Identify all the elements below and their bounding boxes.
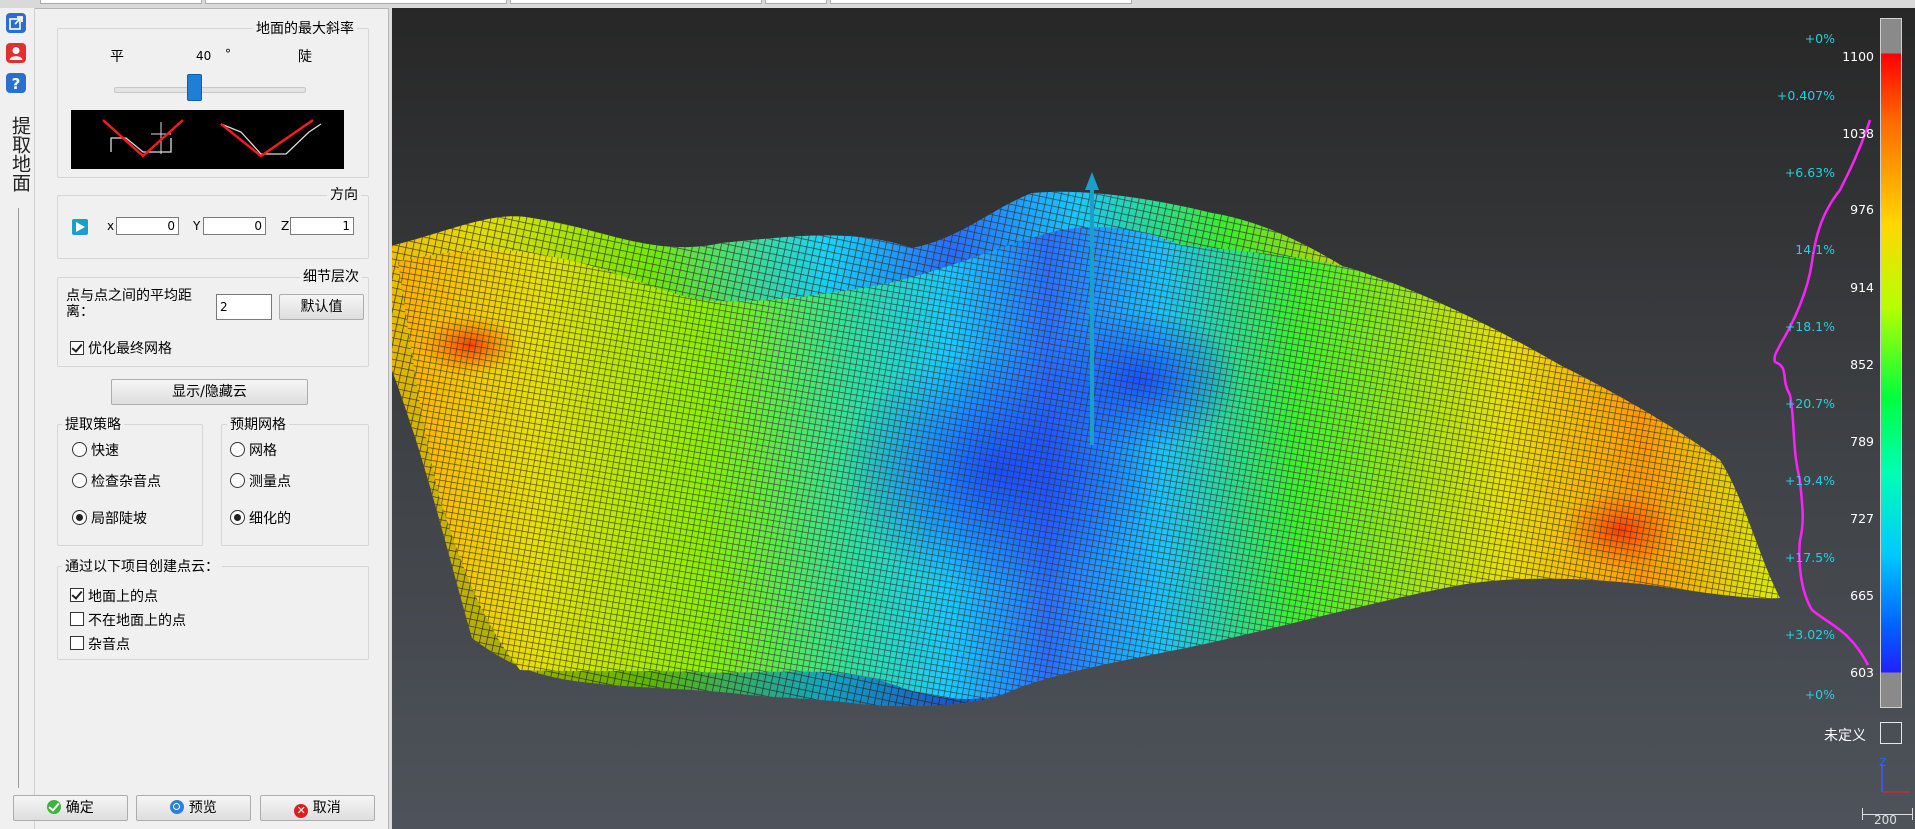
x-field[interactable]: [116, 217, 179, 235]
preview-label: 预览: [188, 800, 217, 816]
scale-tick: 1038: [1842, 126, 1874, 141]
steep-label: 陡: [298, 49, 312, 65]
cancel-label: 取消: [312, 800, 341, 816]
user-icon: [6, 43, 26, 63]
scale-tick: 789: [1850, 434, 1874, 449]
play-arrow-icon: [76, 222, 85, 232]
mesh-grid-radio[interactable]: [230, 442, 245, 457]
close-icon: ✕: [294, 804, 309, 818]
distance-field[interactable]: [216, 294, 272, 320]
optimize-checkbox[interactable]: [70, 341, 84, 355]
slope-illustration: [71, 110, 344, 169]
terrain-surface: [398, 119, 1872, 700]
vertical-title: 提取地面: [9, 116, 31, 192]
cancel-button[interactable]: ✕ 取消: [260, 795, 375, 821]
detail-legend: 细节层次: [300, 266, 362, 286]
y-field[interactable]: [203, 217, 266, 235]
slope-unit: °: [225, 47, 231, 61]
scale-percent: 14.1%: [1795, 242, 1835, 257]
optimize-label: 优化最终网格: [88, 341, 172, 357]
export-button[interactable]: [5, 12, 27, 34]
scale-ruler-end: [1912, 808, 1913, 820]
scale-percent: +18.1%: [1784, 319, 1835, 334]
vertical-divider-line: [18, 208, 19, 788]
slope-diagram-icon: [102, 119, 322, 158]
scale-percent: +17.5%: [1784, 550, 1835, 565]
scale-tick: 914: [1850, 280, 1874, 295]
undefined-color-swatch[interactable]: [1880, 722, 1902, 744]
ok-button[interactable]: 确定: [13, 795, 128, 821]
strategy-fast-radio[interactable]: [72, 442, 87, 457]
toggle-cloud-button[interactable]: 显示/隐藏云: [111, 379, 308, 405]
scale-percent: +6.63%: [1784, 165, 1835, 180]
create-cloud-item: 杂音点: [88, 637, 130, 653]
ok-label: 确定: [65, 800, 94, 816]
scale-percent: +20.7%: [1784, 396, 1835, 411]
scale-tick: 976: [1850, 202, 1874, 217]
slope-slider-thumb[interactable]: [187, 74, 202, 101]
slope-slider-track[interactable]: [114, 87, 306, 93]
tab-stub[interactable]: [205, 0, 507, 4]
x-label: x: [107, 219, 115, 233]
check-icon: [47, 800, 62, 814]
create-cloud-item: 地面上的点: [88, 589, 158, 605]
scale-tick: 665: [1850, 588, 1874, 603]
axis-z-label: Z: [1879, 756, 1887, 769]
mesh-survey-points-radio[interactable]: [230, 473, 245, 488]
tab-stub[interactable]: [40, 0, 202, 4]
magnifier-icon: [170, 800, 185, 814]
ground-points-checkbox[interactable]: [70, 588, 84, 602]
strategy-local-slope-radio[interactable]: [72, 510, 87, 525]
slope-value: 40: [196, 49, 212, 63]
scale-percent: +0%: [1804, 687, 1835, 702]
user-button[interactable]: [5, 42, 27, 64]
scale-percent: +3.02%: [1784, 627, 1835, 642]
pick-direction-button[interactable]: [72, 219, 88, 235]
help-button[interactable]: ?: [5, 72, 27, 94]
strategy-legend: 提取策略: [62, 414, 124, 434]
scale-ruler-end: [1862, 808, 1863, 820]
scale-ruler-label: 200: [1874, 813, 1897, 827]
undefined-label: 未定义: [1824, 728, 1866, 744]
distance-label: 点与点之间的平均距离：: [66, 288, 192, 320]
scale-percent: +0%: [1804, 31, 1835, 46]
flat-label: 平: [110, 49, 124, 65]
tab-stub[interactable]: [510, 0, 762, 4]
scale-percent: +0.407%: [1776, 88, 1835, 103]
y-label: Y: [193, 219, 201, 233]
strategy-option: 局部陡坡: [91, 511, 147, 527]
mesh-option: 网格: [249, 443, 277, 459]
tab-stub[interactable]: [765, 0, 827, 4]
expected-mesh-legend: 预期网格: [227, 414, 289, 434]
create-cloud-legend: 通过以下项目创建点云：: [62, 556, 222, 576]
axis-gizmo-icon: [1881, 764, 1910, 793]
scale-percent: +19.4%: [1784, 473, 1835, 488]
non-ground-points-checkbox[interactable]: [70, 612, 84, 626]
mesh-option: 测量点: [249, 474, 291, 490]
svg-text:?: ?: [12, 75, 21, 93]
mesh-option: 细化的: [249, 511, 291, 527]
preview-button[interactable]: 预览: [136, 795, 251, 821]
scale-tick: 852: [1850, 357, 1874, 372]
left-toolbar: ? 提取地面: [0, 8, 35, 829]
3d-viewport[interactable]: [392, 8, 1915, 829]
scale-tick: 727: [1850, 511, 1874, 526]
scale-tick: 603: [1850, 665, 1874, 680]
create-cloud-item: 不在地面上的点: [88, 613, 186, 629]
strategy-option: 快速: [91, 443, 119, 459]
strategy-noise-radio[interactable]: [72, 473, 87, 488]
noise-points-checkbox[interactable]: [70, 636, 84, 650]
direction-legend: 方向: [327, 184, 361, 204]
strategy-option: 检查杂音点: [91, 474, 161, 490]
scale-tick: 1100: [1842, 49, 1874, 64]
tab-stub[interactable]: [830, 0, 1132, 4]
help-icon: ?: [6, 73, 26, 93]
export-icon: [6, 13, 26, 33]
default-value-button[interactable]: 默认值: [279, 294, 364, 320]
color-scale-bar[interactable]: [1880, 18, 1902, 708]
z-field[interactable]: [290, 217, 354, 235]
max-slope-legend: 地面的最大斜率: [253, 18, 357, 38]
mesh-refined-radio[interactable]: [230, 510, 245, 525]
z-label: Z: [281, 219, 290, 233]
